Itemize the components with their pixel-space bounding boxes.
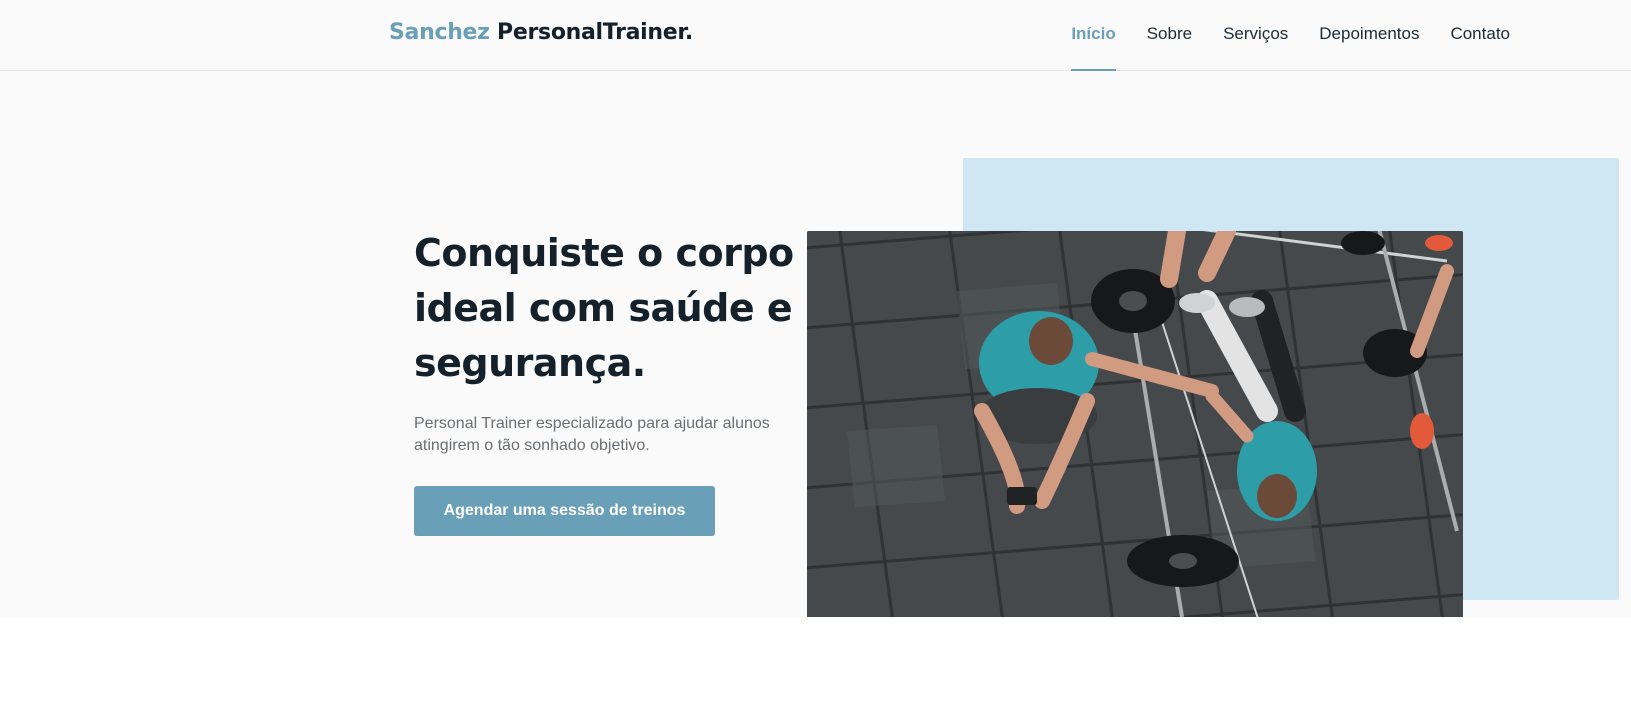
logo-accent-text: Sanchez (389, 20, 490, 45)
schedule-session-button[interactable]: Agendar uma sessão de treinos (414, 486, 715, 536)
site-header: Sanchez PersonalTrainer. Início Sobre Se… (0, 0, 1631, 71)
hero-subtitle: Personal Trainer especializado para ajud… (414, 415, 770, 454)
hero-section: Conquiste o corpo ideal com saúde e segu… (0, 71, 1631, 617)
logo-main-text: PersonalTrainer. (497, 20, 693, 45)
logo[interactable]: Sanchez PersonalTrainer. (389, 20, 693, 45)
nav-item-depoimentos[interactable]: Depoimentos (1319, 24, 1419, 71)
hero-title: Conquiste o corpo ideal com saúde e segu… (414, 231, 794, 385)
hero-gym-photo (807, 231, 1463, 617)
nav-item-contato[interactable]: Contato (1450, 24, 1510, 71)
main-nav: Início Sobre Serviços Depoimentos Contat… (1071, 24, 1510, 71)
nav-item-servicos[interactable]: Serviços (1223, 24, 1288, 71)
nav-item-inicio[interactable]: Início (1071, 24, 1117, 71)
nav-item-sobre[interactable]: Sobre (1147, 24, 1192, 71)
